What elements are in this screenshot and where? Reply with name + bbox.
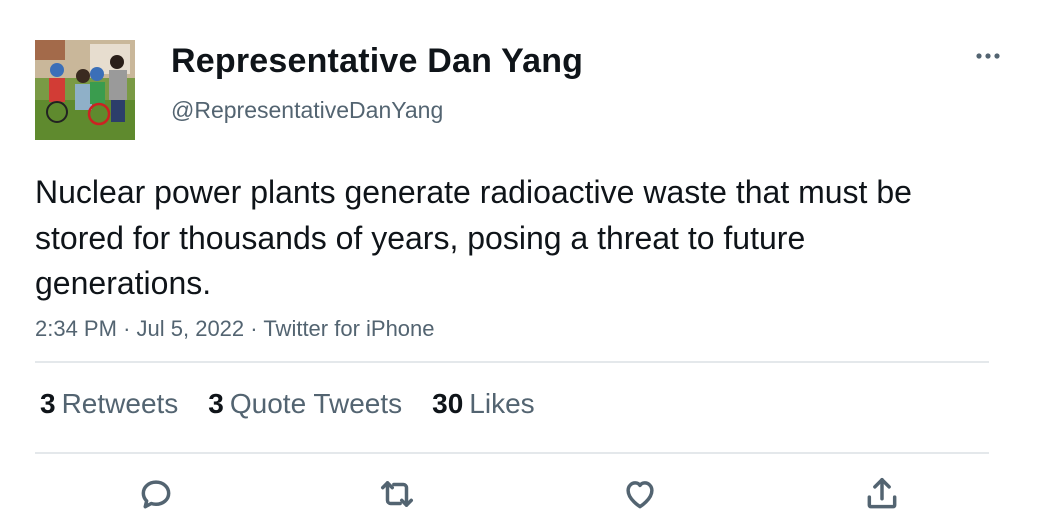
user-handle[interactable]: @RepresentativeDanYang [171, 97, 443, 124]
tweet-text: Nuclear power plants generate radioactiv… [35, 174, 912, 301]
retweets-count: 3 [40, 388, 56, 419]
retweets-label: Retweets [61, 388, 179, 419]
share-icon [867, 478, 897, 509]
reply-button[interactable] [136, 474, 176, 514]
avatar-photo [35, 40, 135, 140]
quote-tweets-count: 3 [208, 388, 224, 419]
like-button[interactable] [620, 474, 660, 514]
avatar[interactable] [35, 40, 135, 140]
tweet-source[interactable]: Twitter for iPhone [263, 316, 434, 341]
retweet-button[interactable] [377, 474, 417, 514]
likes-stat[interactable]: 30 Likes [432, 388, 535, 420]
share-button[interactable] [862, 474, 902, 514]
meta-separator: · [250, 316, 258, 341]
likes-label: Likes [469, 388, 535, 419]
divider [35, 361, 989, 363]
heart-icon [626, 481, 654, 509]
tweet-meta: 2:34 PM · Jul 5, 2022 · Twitter for iPho… [35, 316, 435, 342]
tweet-card: Representative Dan Yang @RepresentativeD… [0, 0, 1050, 525]
display-name[interactable]: Representative Dan Yang [171, 42, 583, 81]
likes-count: 30 [432, 388, 464, 419]
quote-tweets-stat[interactable]: 3 Quote Tweets [208, 388, 402, 420]
quote-tweets-label: Quote Tweets [229, 388, 403, 419]
retweet-icon [381, 481, 413, 507]
tweet-date[interactable]: Jul 5, 2022 [137, 316, 245, 341]
divider [35, 452, 989, 454]
tweet-stats: 3 Retweets 3 Quote Tweets 30 Likes [40, 388, 565, 420]
tweet-time[interactable]: 2:34 PM [35, 316, 117, 341]
retweets-stat[interactable]: 3 Retweets [40, 388, 178, 420]
reply-icon [141, 480, 171, 509]
meta-separator: · [123, 316, 131, 341]
more-icon[interactable] [972, 44, 1004, 68]
